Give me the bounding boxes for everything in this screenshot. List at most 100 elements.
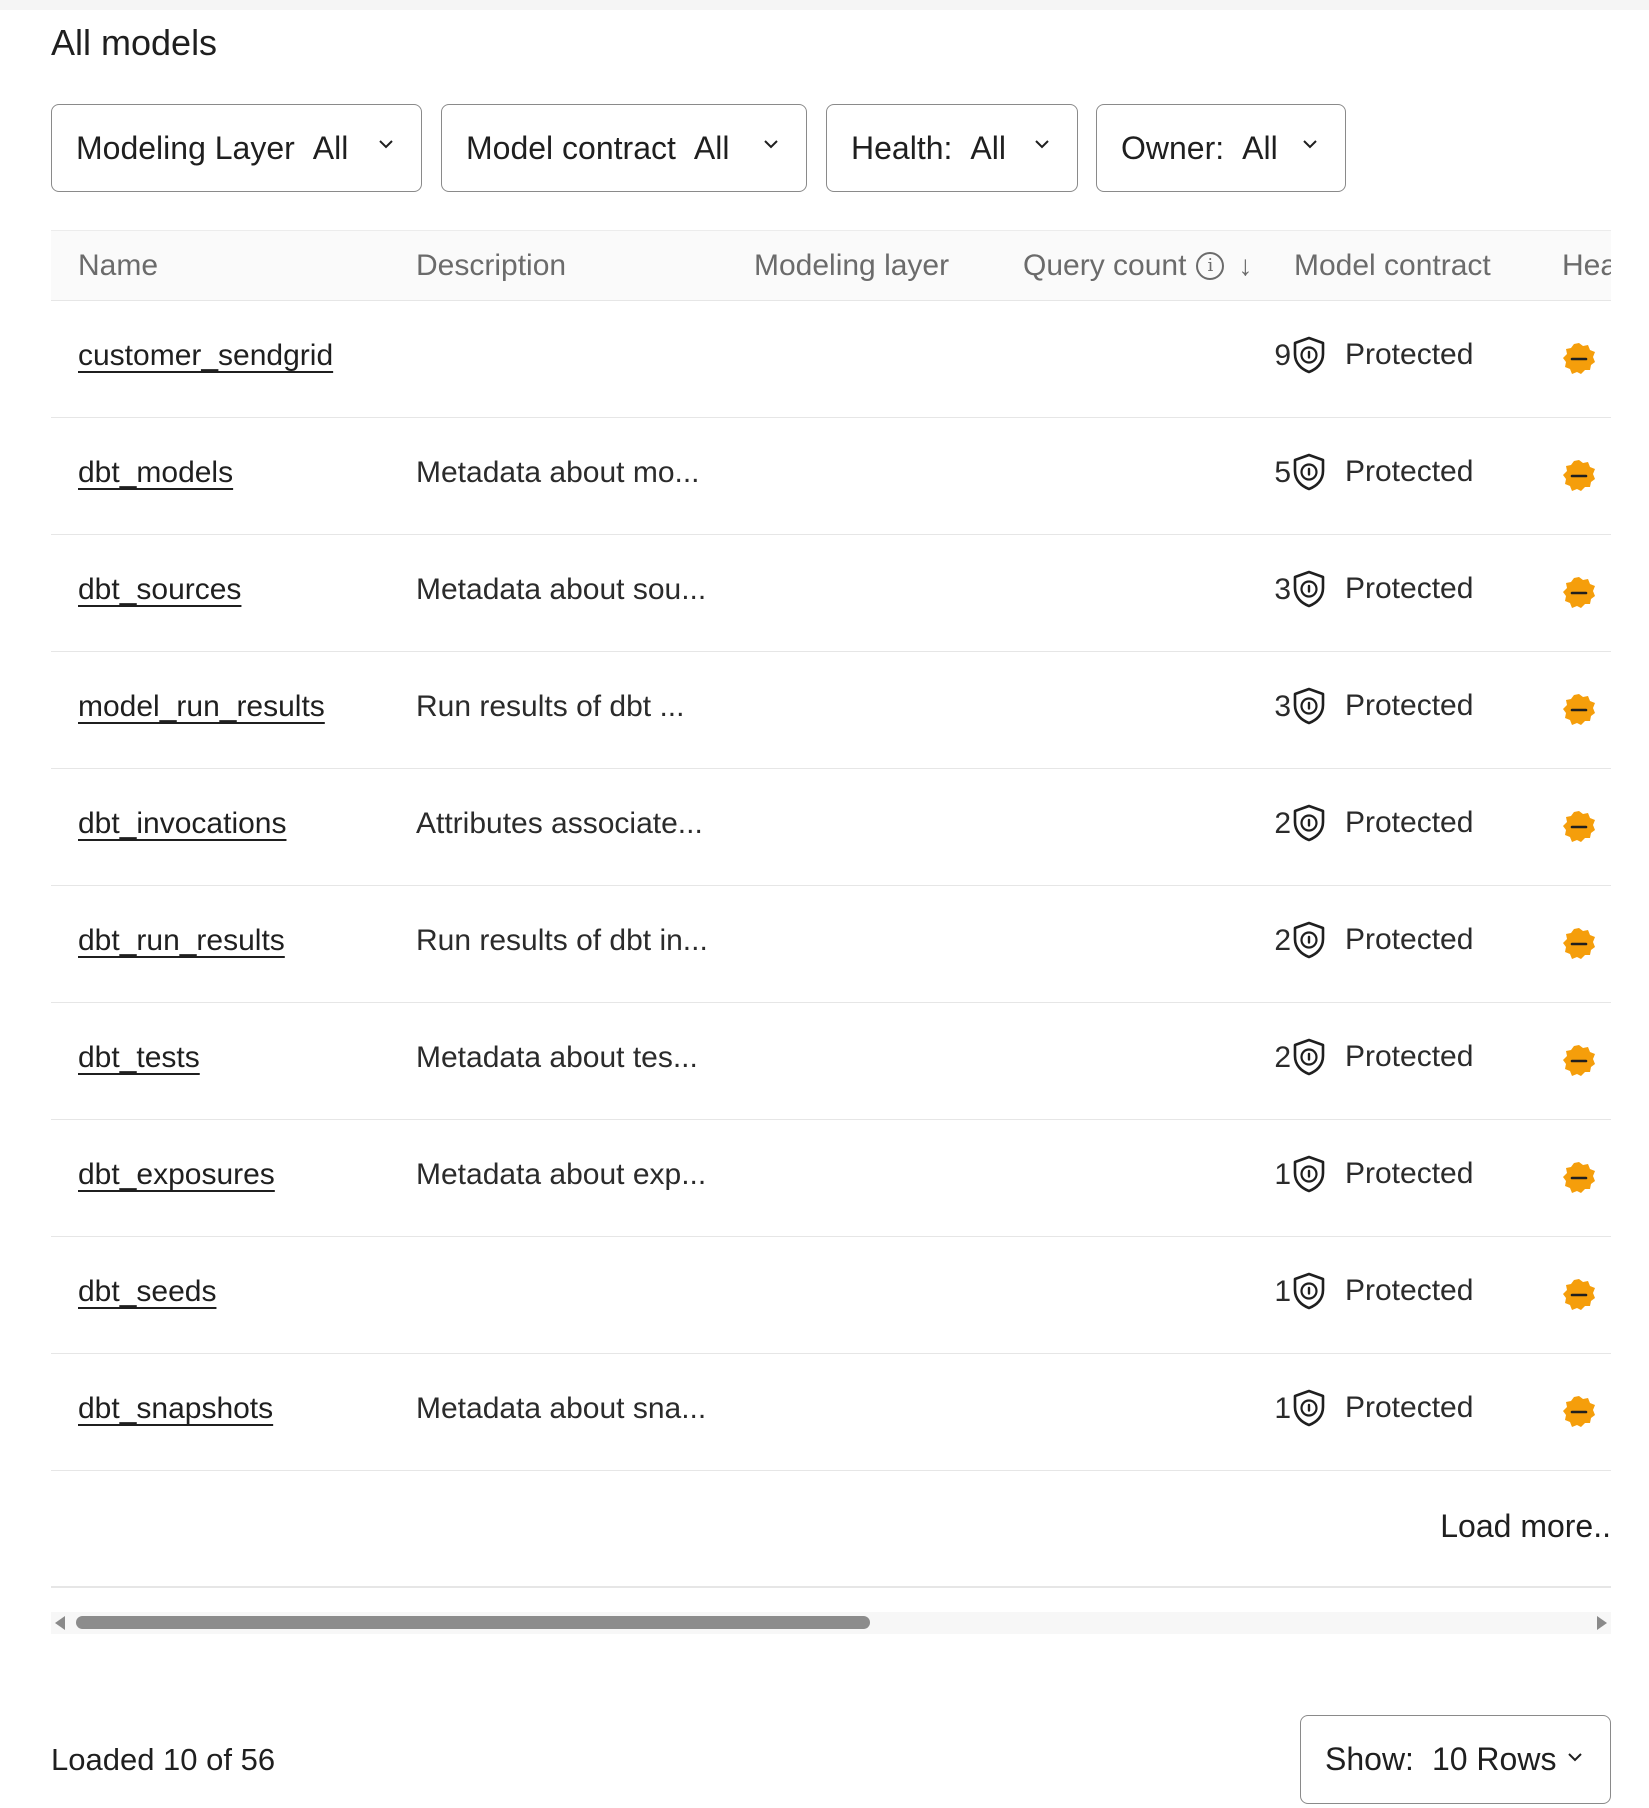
model-contract: Protected: [1291, 569, 1473, 609]
model-contract: Protected: [1291, 803, 1473, 843]
table-row[interactable]: dbt_seeds 1 Protected: [51, 1237, 1611, 1354]
table-row[interactable]: customer_sendgrid 9 Protected: [51, 301, 1611, 418]
query-count: 1: [1274, 1158, 1291, 1191]
filter-value: All: [312, 129, 349, 166]
health-warning-icon: [1563, 1279, 1595, 1310]
contract-label: Protected: [1345, 1274, 1474, 1307]
query-count: 1: [1274, 1392, 1291, 1425]
chevron-down-icon: [1568, 1753, 1582, 1762]
contract-label: Protected: [1345, 1040, 1474, 1073]
filter-modeling-layer[interactable]: Modeling Layer All: [51, 104, 422, 192]
filter-label: Health:: [851, 129, 953, 166]
shield-icon: [1293, 804, 1325, 842]
load-more-divider: [51, 1586, 1611, 1588]
model-name-link[interactable]: dbt_invocations: [78, 807, 286, 841]
column-header-description[interactable]: Description: [416, 249, 566, 283]
contract-label: Protected: [1345, 1157, 1474, 1190]
contract-label: Protected: [1345, 923, 1474, 956]
model-name-link[interactable]: dbt_seeds: [78, 1275, 216, 1309]
model-contract: Protected: [1291, 335, 1473, 375]
model-name-link[interactable]: customer_sendgrid: [78, 339, 333, 373]
load-more-button[interactable]: Load more..: [1440, 1508, 1611, 1545]
query-count: 2: [1274, 1041, 1291, 1074]
filter-label: Owner:: [1121, 129, 1225, 166]
page-title: All models: [51, 22, 218, 63]
shield-icon: [1293, 687, 1325, 725]
chevron-down-icon: [379, 140, 393, 149]
health-warning-icon: [1563, 577, 1595, 608]
column-header-name[interactable]: Name: [78, 249, 158, 283]
filter-value: All: [970, 129, 1006, 166]
contract-label: Protected: [1345, 689, 1474, 722]
filter-health[interactable]: Health: All: [826, 104, 1078, 192]
chevron-down-icon: [1035, 140, 1049, 149]
column-header-model-contract[interactable]: Model contract: [1294, 249, 1491, 283]
table-row[interactable]: dbt_run_results Run results of dbt in... 2…: [51, 886, 1611, 1003]
model-name-link[interactable]: dbt_exposures: [78, 1158, 275, 1192]
filter-value: All: [693, 129, 730, 166]
model-name-link[interactable]: dbt_tests: [78, 1041, 200, 1075]
model-description: Metadata about sna...: [416, 1392, 707, 1425]
model-contract: Protected: [1291, 1271, 1473, 1311]
info-icon[interactable]: i: [1196, 252, 1225, 280]
model-name-link[interactable]: model_run_results: [78, 690, 325, 724]
model-name-link[interactable]: dbt_sources: [78, 573, 241, 607]
show-value: 10 Rows: [1431, 1741, 1557, 1777]
model-description: Metadata about sou...: [416, 573, 707, 606]
top-strip: [0, 0, 1649, 10]
model-description: Metadata about tes...: [416, 1041, 698, 1074]
chevron-down-icon: [764, 140, 778, 149]
model-description: Run results of dbt ...: [416, 690, 685, 723]
health-warning-icon: [1563, 1396, 1595, 1427]
model-description: Run results of dbt in...: [416, 924, 708, 957]
table-row[interactable]: dbt_models Metadata about mo... 5 Protected: [51, 418, 1611, 535]
scrollbar-thumb[interactable]: [76, 1616, 870, 1629]
models-table: Name Description Modeling layer Query co…: [51, 230, 1611, 1630]
health-warning-icon: [1563, 811, 1595, 842]
model-name-link[interactable]: dbt_run_results: [78, 924, 285, 958]
model-name-link[interactable]: dbt_snapshots: [78, 1392, 273, 1426]
table-row[interactable]: dbt_snapshots Metadata about sna... 1 Prote…: [51, 1354, 1611, 1471]
health-warning-icon: [1563, 460, 1595, 491]
horizontal-scrollbar[interactable]: [51, 1612, 1611, 1634]
table-row[interactable]: dbt_sources Metadata about sou... 3 Protect…: [51, 535, 1611, 652]
shield-icon: [1293, 336, 1325, 374]
table-row[interactable]: dbt_invocations Attributes associate... 2 P…: [51, 769, 1611, 886]
contract-label: Protected: [1345, 806, 1474, 839]
show-label: Show:: [1325, 1741, 1414, 1777]
query-count: 5: [1274, 456, 1291, 489]
shield-icon: [1293, 453, 1325, 491]
model-contract: Protected: [1291, 1154, 1473, 1194]
filter-owner[interactable]: Owner: All: [1096, 104, 1346, 192]
contract-label: Protected: [1345, 455, 1474, 488]
table-row[interactable]: model_run_results Run results of dbt ... 3…: [51, 652, 1611, 769]
query-count: 1: [1274, 1275, 1291, 1308]
scroll-right-icon[interactable]: [1597, 1616, 1607, 1630]
table-header: Name Description Modeling layer Query co…: [51, 230, 1611, 301]
model-description: Attributes associate...: [416, 807, 703, 840]
column-header-modeling-layer[interactable]: Modeling layer: [754, 249, 949, 283]
rows-per-page-select[interactable]: Show: 10 Rows: [1300, 1715, 1611, 1804]
health-warning-icon: [1563, 928, 1595, 959]
column-header-health[interactable]: Hea: [1562, 249, 1611, 283]
filter-value: All: [1242, 129, 1278, 166]
shield-icon: [1293, 1272, 1325, 1310]
filter-model-contract[interactable]: Model contract All: [441, 104, 807, 192]
health-warning-icon: [1563, 343, 1595, 374]
filter-label: Modeling Layer: [76, 129, 295, 166]
model-description: Metadata about exp...: [416, 1158, 707, 1191]
health-warning-icon: [1563, 694, 1595, 725]
query-count: 2: [1274, 924, 1291, 957]
scroll-left-icon[interactable]: [55, 1616, 65, 1630]
model-contract: Protected: [1291, 686, 1473, 726]
shield-icon: [1293, 570, 1325, 608]
model-contract: Protected: [1291, 1037, 1473, 1077]
table-row[interactable]: dbt_exposures Metadata about exp... 1 Prote…: [51, 1120, 1611, 1237]
model-name-link[interactable]: dbt_models: [78, 456, 233, 490]
loaded-status: Loaded 10 of 56: [51, 1742, 276, 1777]
query-count: 3: [1274, 573, 1291, 606]
column-header-query-count[interactable]: Query count i ↓: [1023, 249, 1252, 283]
query-count: 2: [1274, 807, 1291, 840]
table-row[interactable]: dbt_tests Metadata about tes... 2 Protected: [51, 1003, 1611, 1120]
model-contract: Protected: [1291, 452, 1473, 492]
